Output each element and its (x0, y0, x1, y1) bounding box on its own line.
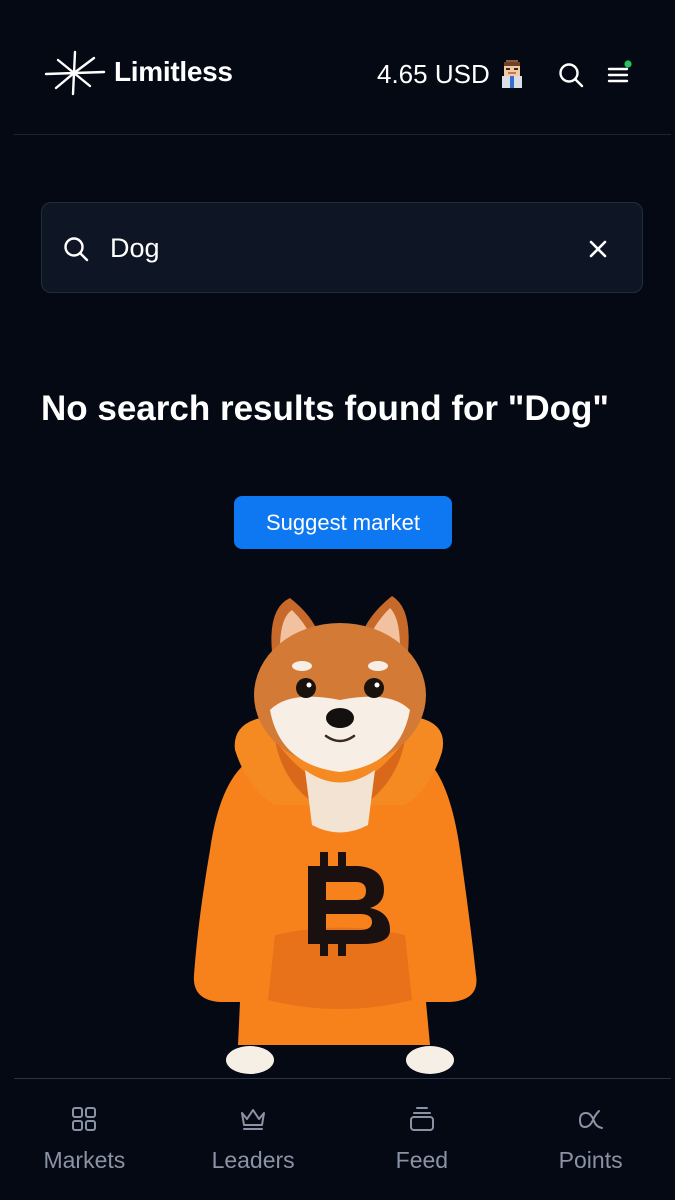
balance-display[interactable]: 4.65 USD (377, 56, 524, 92)
stack-icon (409, 1107, 434, 1131)
search-bar (41, 202, 643, 293)
close-icon[interactable] (582, 233, 614, 265)
nav-item-markets[interactable]: Markets (0, 1079, 169, 1200)
top-header: Limitless 4.65 USD (0, 0, 675, 134)
balance-amount: 4.65 USD (377, 58, 490, 89)
crown-icon (241, 1109, 266, 1130)
app-name: Limitless (114, 56, 233, 87)
sparkle-logo-icon (44, 50, 106, 96)
shiba-dog-illustration (193, 596, 477, 1074)
app-logo[interactable]: Limitless (44, 48, 233, 96)
nav-item-feed[interactable]: Feed (338, 1079, 507, 1200)
suggest-market-button[interactable]: Suggest market (234, 496, 452, 549)
nav-label-leaders: Leaders (211, 1147, 295, 1173)
search-input[interactable] (110, 225, 560, 271)
bottom-nav: Markets Leaders Feed Points (0, 1079, 675, 1200)
nav-label-feed: Feed (395, 1147, 449, 1173)
no-results-message: No search results found for "Dog" (41, 389, 609, 428)
nav-item-leaders[interactable]: Leaders (169, 1079, 338, 1200)
grid-icon (72, 1107, 97, 1131)
pixel-avatar-icon (501, 60, 522, 88)
search-icon (64, 237, 89, 262)
app-screen: Limitless 4.65 USD Dog No search results… (0, 0, 675, 1200)
notification-dot (624, 60, 632, 68)
nav-item-points[interactable]: Points (506, 1079, 675, 1200)
alpha-icon (578, 1110, 603, 1129)
nav-label-markets: Markets (43, 1147, 126, 1173)
header-divider (14, 134, 671, 135)
hamburger-menu-icon[interactable] (606, 60, 636, 88)
search-icon[interactable] (557, 61, 585, 89)
nav-label-points: Points (558, 1147, 623, 1173)
